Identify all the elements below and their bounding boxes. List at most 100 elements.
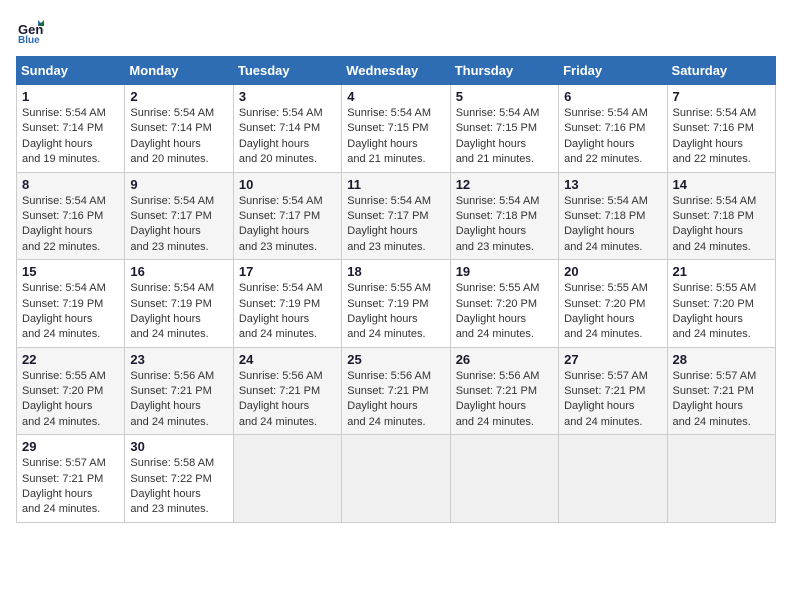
week-row-3: 15 Sunrise: 5:54 AMSunset: 7:19 PMDaylig… (17, 260, 776, 348)
calendar-cell: 17 Sunrise: 5:54 AMSunset: 7:19 PMDaylig… (233, 260, 341, 348)
day-number: 24 (239, 352, 336, 367)
calendar-cell: 16 Sunrise: 5:54 AMSunset: 7:19 PMDaylig… (125, 260, 233, 348)
day-number: 25 (347, 352, 444, 367)
day-number: 12 (456, 177, 553, 192)
column-header-wednesday: Wednesday (342, 57, 450, 85)
calendar-cell: 24 Sunrise: 5:56 AMSunset: 7:21 PMDaylig… (233, 347, 341, 435)
day-number: 22 (22, 352, 119, 367)
week-row-5: 29 Sunrise: 5:57 AMSunset: 7:21 PMDaylig… (17, 435, 776, 523)
day-number: 13 (564, 177, 661, 192)
calendar-cell: 30 Sunrise: 5:58 AMSunset: 7:22 PMDaylig… (125, 435, 233, 523)
day-info: Sunrise: 5:55 AMSunset: 7:20 PMDaylight … (456, 281, 553, 343)
calendar-cell (667, 435, 775, 523)
calendar-table: SundayMondayTuesdayWednesdayThursdayFrid… (16, 56, 776, 523)
day-info: Sunrise: 5:56 AMSunset: 7:21 PMDaylight … (456, 369, 553, 431)
calendar-cell: 12 Sunrise: 5:54 AMSunset: 7:18 PMDaylig… (450, 172, 558, 260)
day-info: Sunrise: 5:56 AMSunset: 7:21 PMDaylight … (239, 369, 336, 431)
column-header-friday: Friday (559, 57, 667, 85)
day-number: 27 (564, 352, 661, 367)
day-number: 2 (130, 89, 227, 104)
week-row-1: 1 Sunrise: 5:54 AMSunset: 7:14 PMDayligh… (17, 85, 776, 173)
calendar-cell: 22 Sunrise: 5:55 AMSunset: 7:20 PMDaylig… (17, 347, 125, 435)
calendar-cell (342, 435, 450, 523)
day-number: 15 (22, 264, 119, 279)
calendar-cell: 13 Sunrise: 5:54 AMSunset: 7:18 PMDaylig… (559, 172, 667, 260)
calendar-cell: 1 Sunrise: 5:54 AMSunset: 7:14 PMDayligh… (17, 85, 125, 173)
day-number: 6 (564, 89, 661, 104)
day-number: 26 (456, 352, 553, 367)
day-info: Sunrise: 5:54 AMSunset: 7:17 PMDaylight … (347, 194, 444, 256)
calendar-cell (450, 435, 558, 523)
calendar-cell: 6 Sunrise: 5:54 AMSunset: 7:16 PMDayligh… (559, 85, 667, 173)
day-number: 17 (239, 264, 336, 279)
header-row: SundayMondayTuesdayWednesdayThursdayFrid… (17, 57, 776, 85)
day-info: Sunrise: 5:55 AMSunset: 7:19 PMDaylight … (347, 281, 444, 343)
day-number: 18 (347, 264, 444, 279)
calendar-cell: 27 Sunrise: 5:57 AMSunset: 7:21 PMDaylig… (559, 347, 667, 435)
day-number: 4 (347, 89, 444, 104)
day-info: Sunrise: 5:57 AMSunset: 7:21 PMDaylight … (673, 369, 770, 431)
day-number: 29 (22, 439, 119, 454)
calendar-cell (559, 435, 667, 523)
day-number: 16 (130, 264, 227, 279)
column-header-saturday: Saturday (667, 57, 775, 85)
day-number: 11 (347, 177, 444, 192)
day-info: Sunrise: 5:54 AMSunset: 7:16 PMDaylight … (22, 194, 119, 256)
day-info: Sunrise: 5:56 AMSunset: 7:21 PMDaylight … (347, 369, 444, 431)
calendar-cell: 29 Sunrise: 5:57 AMSunset: 7:21 PMDaylig… (17, 435, 125, 523)
day-info: Sunrise: 5:54 AMSunset: 7:14 PMDaylight … (239, 106, 336, 168)
week-row-4: 22 Sunrise: 5:55 AMSunset: 7:20 PMDaylig… (17, 347, 776, 435)
calendar-cell: 5 Sunrise: 5:54 AMSunset: 7:15 PMDayligh… (450, 85, 558, 173)
day-info: Sunrise: 5:54 AMSunset: 7:16 PMDaylight … (673, 106, 770, 168)
column-header-sunday: Sunday (17, 57, 125, 85)
day-number: 19 (456, 264, 553, 279)
calendar-cell: 28 Sunrise: 5:57 AMSunset: 7:21 PMDaylig… (667, 347, 775, 435)
calendar-cell: 15 Sunrise: 5:54 AMSunset: 7:19 PMDaylig… (17, 260, 125, 348)
calendar-cell: 25 Sunrise: 5:56 AMSunset: 7:21 PMDaylig… (342, 347, 450, 435)
day-number: 14 (673, 177, 770, 192)
calendar-cell: 26 Sunrise: 5:56 AMSunset: 7:21 PMDaylig… (450, 347, 558, 435)
svg-text:Blue: Blue (18, 35, 40, 44)
day-number: 28 (673, 352, 770, 367)
calendar-cell: 19 Sunrise: 5:55 AMSunset: 7:20 PMDaylig… (450, 260, 558, 348)
column-header-monday: Monday (125, 57, 233, 85)
calendar-cell: 2 Sunrise: 5:54 AMSunset: 7:14 PMDayligh… (125, 85, 233, 173)
page-header: General Blue (16, 16, 776, 44)
day-info: Sunrise: 5:54 AMSunset: 7:14 PMDaylight … (22, 106, 119, 168)
calendar-cell: 9 Sunrise: 5:54 AMSunset: 7:17 PMDayligh… (125, 172, 233, 260)
day-number: 8 (22, 177, 119, 192)
day-info: Sunrise: 5:55 AMSunset: 7:20 PMDaylight … (673, 281, 770, 343)
calendar-cell: 8 Sunrise: 5:54 AMSunset: 7:16 PMDayligh… (17, 172, 125, 260)
day-number: 7 (673, 89, 770, 104)
day-number: 21 (673, 264, 770, 279)
calendar-cell: 23 Sunrise: 5:56 AMSunset: 7:21 PMDaylig… (125, 347, 233, 435)
day-number: 9 (130, 177, 227, 192)
calendar-cell: 4 Sunrise: 5:54 AMSunset: 7:15 PMDayligh… (342, 85, 450, 173)
day-info: Sunrise: 5:54 AMSunset: 7:14 PMDaylight … (130, 106, 227, 168)
day-number: 23 (130, 352, 227, 367)
day-info: Sunrise: 5:54 AMSunset: 7:15 PMDaylight … (456, 106, 553, 168)
day-info: Sunrise: 5:54 AMSunset: 7:15 PMDaylight … (347, 106, 444, 168)
day-info: Sunrise: 5:57 AMSunset: 7:21 PMDaylight … (22, 456, 119, 518)
column-header-thursday: Thursday (450, 57, 558, 85)
day-number: 5 (456, 89, 553, 104)
day-info: Sunrise: 5:54 AMSunset: 7:18 PMDaylight … (564, 194, 661, 256)
calendar-cell: 11 Sunrise: 5:54 AMSunset: 7:17 PMDaylig… (342, 172, 450, 260)
day-number: 30 (130, 439, 227, 454)
day-info: Sunrise: 5:54 AMSunset: 7:18 PMDaylight … (673, 194, 770, 256)
calendar-cell: 7 Sunrise: 5:54 AMSunset: 7:16 PMDayligh… (667, 85, 775, 173)
day-info: Sunrise: 5:54 AMSunset: 7:17 PMDaylight … (130, 194, 227, 256)
calendar-cell: 3 Sunrise: 5:54 AMSunset: 7:14 PMDayligh… (233, 85, 341, 173)
calendar-cell: 14 Sunrise: 5:54 AMSunset: 7:18 PMDaylig… (667, 172, 775, 260)
day-number: 3 (239, 89, 336, 104)
week-row-2: 8 Sunrise: 5:54 AMSunset: 7:16 PMDayligh… (17, 172, 776, 260)
day-info: Sunrise: 5:54 AMSunset: 7:19 PMDaylight … (239, 281, 336, 343)
day-info: Sunrise: 5:57 AMSunset: 7:21 PMDaylight … (564, 369, 661, 431)
day-info: Sunrise: 5:56 AMSunset: 7:21 PMDaylight … (130, 369, 227, 431)
calendar-cell (233, 435, 341, 523)
day-info: Sunrise: 5:54 AMSunset: 7:19 PMDaylight … (22, 281, 119, 343)
day-info: Sunrise: 5:55 AMSunset: 7:20 PMDaylight … (22, 369, 119, 431)
calendar-cell: 20 Sunrise: 5:55 AMSunset: 7:20 PMDaylig… (559, 260, 667, 348)
day-info: Sunrise: 5:58 AMSunset: 7:22 PMDaylight … (130, 456, 227, 518)
day-number: 10 (239, 177, 336, 192)
